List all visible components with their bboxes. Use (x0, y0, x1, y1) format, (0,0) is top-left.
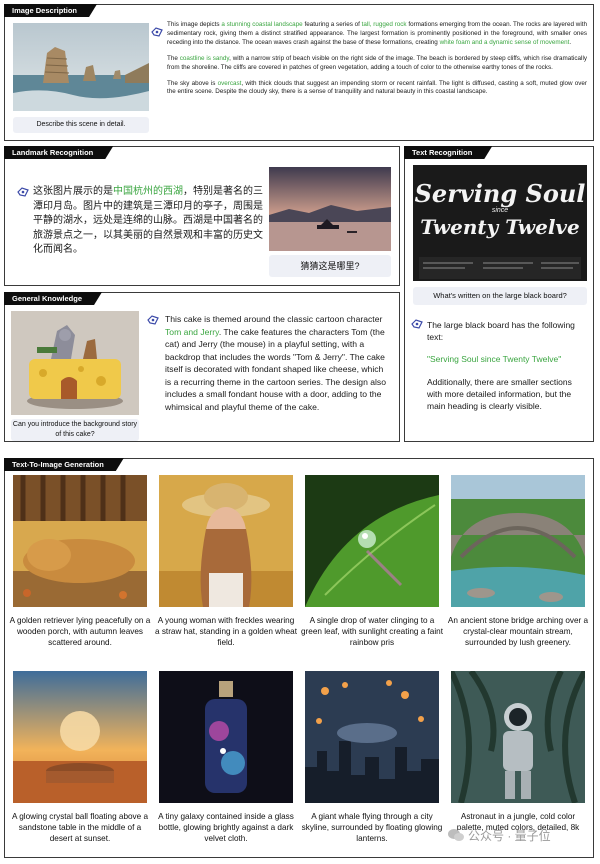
user-question-bubble: Can you introduce the background story o… (11, 419, 139, 441)
section-tab: Landmark Recognition (4, 146, 113, 159)
image-caption: An ancient stone bridge arching over a c… (447, 616, 589, 648)
user-question-bubble: What's written on the large black board? (413, 287, 587, 305)
tom-jerry-cake-image (11, 311, 139, 415)
answer-paragraph: The sky above is overcast, with thick cl… (167, 79, 587, 96)
description-answer: This image depicts a stunning coastal la… (167, 21, 587, 104)
coastal-rocks-image (13, 23, 149, 111)
answer-paragraph: This image depicts a stunning coastal la… (167, 21, 588, 46)
assistant-icon (17, 187, 29, 197)
text-recognition-answer: The large black board has the following … (427, 319, 587, 422)
image-caption: A golden retriever lying peacefully on a… (9, 616, 151, 648)
text-recognition-panel: Text Recognition Serving Soul since Twen… (404, 146, 594, 442)
image-caption: A tiny galaxy contained inside a glass b… (158, 812, 294, 844)
wechat-icon (448, 829, 464, 841)
assistant-icon (147, 315, 159, 325)
stone-bridge-image (451, 475, 585, 607)
answer-paragraph: Additionally, there are smaller sections… (427, 376, 572, 412)
sign-line-2: Twenty Twelve (420, 215, 580, 239)
question-text: Can you introduce the background story o… (12, 421, 138, 438)
watermark-text: 公众号 · 量子位 (468, 828, 551, 843)
image-description-panel: Image Description Describe this scene in… (4, 4, 594, 141)
answer-paragraph: The coastline is sandy, with a narrow st… (167, 54, 587, 71)
blackboard-sign-image: Serving Soul since Twenty Twelve (413, 165, 587, 281)
text-to-image-panel: Text-To-Image Generation A golden retrie… (4, 458, 594, 858)
answer-paragraph: The large black board has the following … (427, 320, 575, 343)
image-caption: A glowing crystal ball floating above a … (11, 812, 149, 844)
question-text: 猜猜这是哪里? (300, 261, 360, 271)
astronaut-jungle-image (451, 671, 585, 803)
landmark-recognition-panel: Landmark Recognition 这张图片展示的是中国杭州的西湖，特别是… (4, 146, 400, 286)
image-caption: A single drop of water clinging to a gre… (301, 616, 444, 648)
user-question-bubble: Describe this scene in detail. (13, 117, 149, 133)
water-drop-leaf-image (305, 475, 439, 607)
general-knowledge-panel: General Knowledge Can you introduce the … (4, 292, 400, 442)
sign-line-1: Serving Soul (414, 179, 586, 208)
image-caption: A giant whale flying through a city skyl… (301, 812, 443, 844)
sign-small: since (491, 207, 509, 214)
section-tab: Text-To-Image Generation (4, 458, 124, 471)
recognized-text: "Serving Soul since Twenty Twelve" (427, 354, 562, 365)
west-lake-image (269, 167, 391, 251)
assistant-icon (411, 319, 423, 329)
assistant-icon (151, 27, 163, 37)
section-tab: Text Recognition (404, 146, 492, 159)
woman-straw-hat-image (159, 475, 293, 607)
user-question-bubble: 猜猜这是哪里? (269, 255, 391, 277)
watermark: 公众号 · 量子位 (448, 822, 588, 848)
section-tab: General Knowledge (4, 292, 102, 305)
galaxy-bottle-image (159, 671, 293, 803)
question-text: What's written on the large black board? (433, 291, 567, 300)
golden-retriever-image (13, 475, 147, 607)
section-tab: Image Description (4, 4, 97, 17)
landmark-answer: 这张图片展示的是中国杭州的西湖，特别是著名的三潭印月岛。图片中的建筑是三潭印月的… (33, 186, 263, 255)
image-caption: A young woman with freckles wearing a st… (155, 616, 298, 648)
general-knowledge-answer: This cake is themed around the classic c… (165, 314, 387, 412)
question-text: Describe this scene in detail. (36, 121, 126, 128)
flying-whale-city-image (305, 671, 439, 803)
crystal-ball-desert-image (13, 671, 147, 803)
